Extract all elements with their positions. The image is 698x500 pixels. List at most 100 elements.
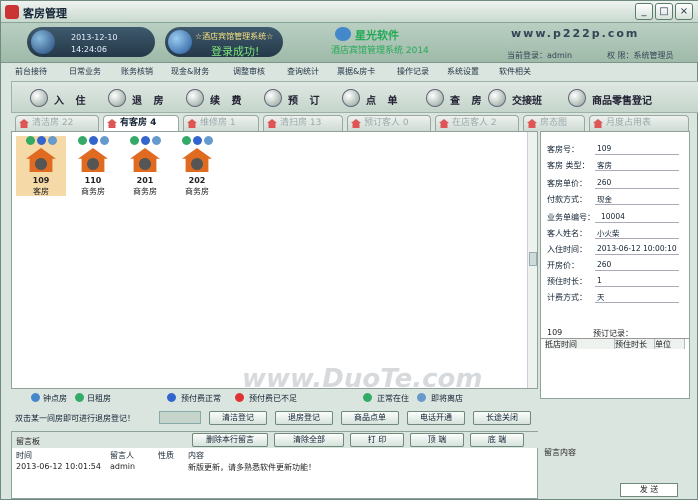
room-tile-109[interactable]: 109 客房 [16, 136, 66, 196]
house-icon [439, 119, 449, 128]
hour-room-icon [31, 393, 40, 402]
info-icon [88, 136, 98, 145]
tab-room-map[interactable]: 房态图 [523, 115, 585, 131]
divider [595, 302, 679, 303]
checkin-button[interactable]: 入 住 [26, 85, 96, 111]
tab-cleaning-rooms[interactable]: 清扫房 13 [263, 115, 343, 131]
room-type: 商务房 [133, 187, 157, 196]
menu-item-logs[interactable]: 操作记录 [397, 66, 429, 77]
room-tile-201[interactable]: 201 商务房 [120, 136, 170, 196]
tab-repair-rooms[interactable]: 维修房 1 [183, 115, 259, 131]
house-icon [351, 119, 361, 128]
checkout-button[interactable]: 退 房 [104, 85, 174, 111]
checkout-icon [108, 89, 126, 107]
delete-row-button[interactable]: 删除本行留言 [192, 433, 268, 447]
room-type: 商务房 [185, 187, 209, 196]
reserve-button[interactable]: 预 订 [260, 85, 330, 111]
room-status-flags [126, 136, 166, 146]
product-order-button[interactable]: 商品点单 [341, 411, 399, 425]
column-user: 留言人 [110, 451, 134, 460]
menu-item-about[interactable]: 软件相关 [499, 66, 531, 77]
room-type: 商务房 [81, 187, 105, 196]
top-button[interactable]: 顶 端 [410, 433, 464, 447]
divider [595, 170, 679, 171]
room-input[interactable] [159, 411, 201, 424]
phone-open-button[interactable]: 电话开通 [407, 411, 465, 425]
tab-in-house-guests[interactable]: 在店客人 2 [435, 115, 519, 131]
status-icon [181, 136, 191, 145]
login-status-panel: ☆酒店宾馆管理系统☆ 登录成功! [165, 27, 283, 58]
room-tile-202[interactable]: 202 商务房 [172, 136, 222, 196]
column-content: 内容 [188, 451, 204, 460]
maximize-button[interactable]: □ [655, 3, 673, 20]
message-row[interactable]: 2013-06-12 10:01:54 admin 新版更新，请多熟悉软件更新功… [12, 462, 539, 472]
booking-grid[interactable]: 抵店时间 预住时长 单位 [541, 338, 689, 398]
action-bar: 双击某一间房即可进行退房登记！ 清洁登记 退房登记 商品点单 电话开通 长途关闭 [11, 409, 538, 427]
main-toolbar: 入 住 退 房 续 费 预 订 点 单 查 房 交接班 商品零售登记 [11, 81, 698, 113]
room-number: 201 [136, 176, 154, 185]
room-status-flags [22, 136, 62, 146]
menu-item-front-desk[interactable]: 前台接待 [15, 66, 47, 77]
divider [595, 238, 679, 239]
checkout-register-button[interactable]: 退房登记 [275, 411, 333, 425]
clean-register-button[interactable]: 清洁登记 [209, 411, 267, 425]
minimize-button[interactable]: _ [635, 3, 653, 20]
tab-clean-rooms[interactable]: 清洁房 22 [15, 115, 99, 131]
order-button[interactable]: 点 单 [338, 85, 408, 111]
booking-record: 109 预订记录： 抵店时间 预住时长 单位 [541, 328, 689, 398]
house-icon [267, 119, 277, 128]
scrollbar-thumb[interactable] [529, 252, 537, 266]
envelope-icon [264, 89, 282, 107]
room-status-flags [74, 136, 114, 146]
close-button[interactable]: × [675, 3, 693, 20]
status-icon [25, 136, 35, 145]
column-unit: 单位 [655, 339, 685, 349]
message-board: 留言板 删除本行留言 清除全部 打 印 顶 端 底 端 时间 留言人 性质 内容… [11, 431, 539, 499]
leaving-icon [417, 393, 426, 402]
shift-handover-button[interactable]: 交接班 [484, 85, 562, 111]
print-button[interactable]: 打 印 [350, 433, 404, 447]
message-compose-panel: 留言内容 发 送 [540, 431, 690, 499]
divider [595, 154, 679, 155]
order-icon [342, 89, 360, 107]
legend-prepay-low: 预付费已不足 [249, 394, 297, 403]
stay-value: 1 [597, 276, 602, 285]
tab-occupied-rooms[interactable]: 有客房 4 [103, 115, 179, 132]
send-button[interactable]: 发 送 [620, 483, 678, 497]
arrow-icon [203, 136, 213, 145]
menu-bar: 前台接待 日常业务 账务核销 现金&财务 调整审核 查询统计 票据&房卡 操作记… [11, 65, 698, 78]
menu-item-audit[interactable]: 调整审核 [233, 66, 265, 77]
menu-item-accounts[interactable]: 账务核销 [121, 66, 153, 77]
menu-item-finance[interactable]: 现金&财务 [171, 66, 209, 77]
booking-room: 109 [547, 328, 563, 337]
tab-monthly-occupancy[interactable]: 月度占用表 [589, 115, 689, 131]
price-label: 客房单价： [547, 179, 587, 188]
arrow-icon [99, 136, 109, 145]
tab-reserved-guests[interactable]: 预订客人 0 [347, 115, 431, 131]
legend-day-room: 日租房 [87, 394, 111, 403]
message-time: 2013-06-12 10:01:54 [16, 462, 101, 471]
divider [595, 204, 679, 205]
legend-normal: 正常在住 [377, 394, 409, 403]
menu-item-settings[interactable]: 系统设置 [447, 66, 479, 77]
column-stay: 预住时长 [615, 339, 655, 349]
bottom-button[interactable]: 底 端 [470, 433, 524, 447]
divider [595, 254, 679, 255]
menu-item-stats[interactable]: 查询统计 [287, 66, 319, 77]
legend-leaving: 即将离店 [431, 394, 463, 403]
handover-icon [488, 89, 506, 107]
clear-all-button[interactable]: 清除全部 [274, 433, 344, 447]
room-number: 202 [188, 176, 206, 185]
day-room-icon [75, 393, 84, 402]
inspect-room-button[interactable]: 查 房 [422, 85, 488, 111]
menu-item-tickets[interactable]: 票据&房卡 [337, 66, 375, 77]
long-distance-button[interactable]: 长途关闭 [473, 411, 531, 425]
room-tile-110[interactable]: 110 商务房 [68, 136, 118, 196]
menu-item-daily[interactable]: 日常业务 [69, 66, 101, 77]
room-grid-scrollbar[interactable] [527, 132, 537, 388]
app-icon [5, 5, 19, 19]
stay-label: 预住时长： [547, 277, 587, 286]
guest-icon [35, 158, 47, 170]
renew-button[interactable]: 续 费 [182, 85, 252, 111]
retail-register-button[interactable]: 商品零售登记 [564, 85, 694, 111]
